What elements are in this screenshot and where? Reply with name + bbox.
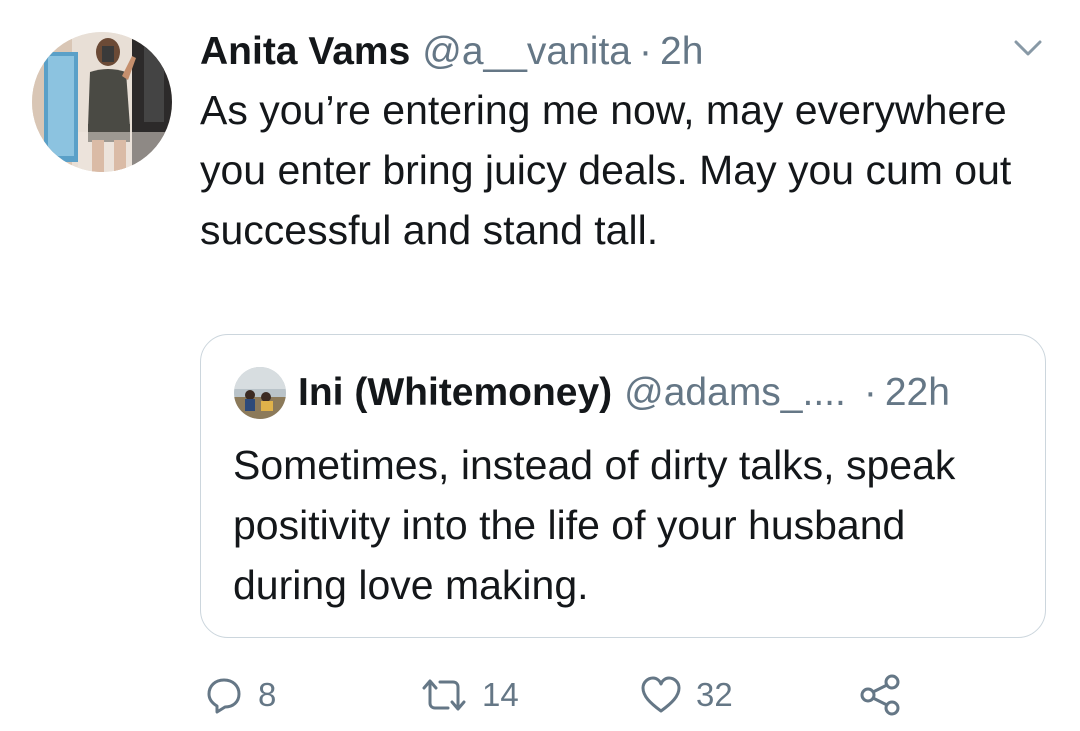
heart-icon bbox=[641, 676, 681, 713]
chevron-down-icon bbox=[1014, 40, 1042, 56]
share-button[interactable] bbox=[858, 668, 902, 722]
quoted-header: Ini (Whitemoney) @adams_.... · 22h bbox=[298, 365, 950, 421]
more-options-button[interactable] bbox=[1008, 34, 1048, 64]
quoted-avatar[interactable] bbox=[234, 367, 286, 419]
retweet-count: 14 bbox=[482, 676, 519, 713]
quoted-display-name[interactable]: Ini (Whitemoney) bbox=[298, 371, 612, 415]
tweet[interactable]: Anita Vams @a__vanita · 2h As you’re ent… bbox=[0, 0, 1080, 731]
display-name[interactable]: Anita Vams bbox=[200, 30, 410, 74]
like-count: 32 bbox=[696, 676, 733, 713]
quoted-tweet-card[interactable]: Ini (Whitemoney) @adams_.... · 22h Somet… bbox=[200, 334, 1046, 638]
quoted-user-handle[interactable]: @adams_.... bbox=[624, 371, 846, 415]
tweet-text: As you’re entering me now, may everywher… bbox=[200, 87, 1012, 253]
quoted-separator-dot: · bbox=[863, 371, 877, 414]
reply-button[interactable]: 8 bbox=[204, 668, 276, 722]
retweet-icon bbox=[422, 679, 466, 711]
share-icon bbox=[860, 674, 900, 716]
timestamp[interactable]: 2h bbox=[660, 30, 703, 74]
retweet-button[interactable]: 14 bbox=[420, 668, 519, 722]
avatar-image bbox=[32, 32, 172, 172]
avatar[interactable] bbox=[32, 32, 172, 172]
reply-count: 8 bbox=[258, 676, 277, 713]
quoted-avatar-image bbox=[234, 367, 286, 419]
action-bar: 8 14 32 bbox=[0, 668, 1080, 722]
separator-dot: · bbox=[639, 30, 652, 73]
quoted-timestamp[interactable]: 22h bbox=[885, 371, 950, 415]
quoted-tweet-text: Sometimes, instead of dirty talks, speak… bbox=[233, 442, 956, 608]
user-handle[interactable]: @a__vanita bbox=[422, 30, 631, 74]
tweet-header: Anita Vams @a__vanita · 2h bbox=[200, 26, 703, 78]
reply-icon bbox=[207, 678, 241, 714]
like-button[interactable]: 32 bbox=[640, 668, 733, 722]
